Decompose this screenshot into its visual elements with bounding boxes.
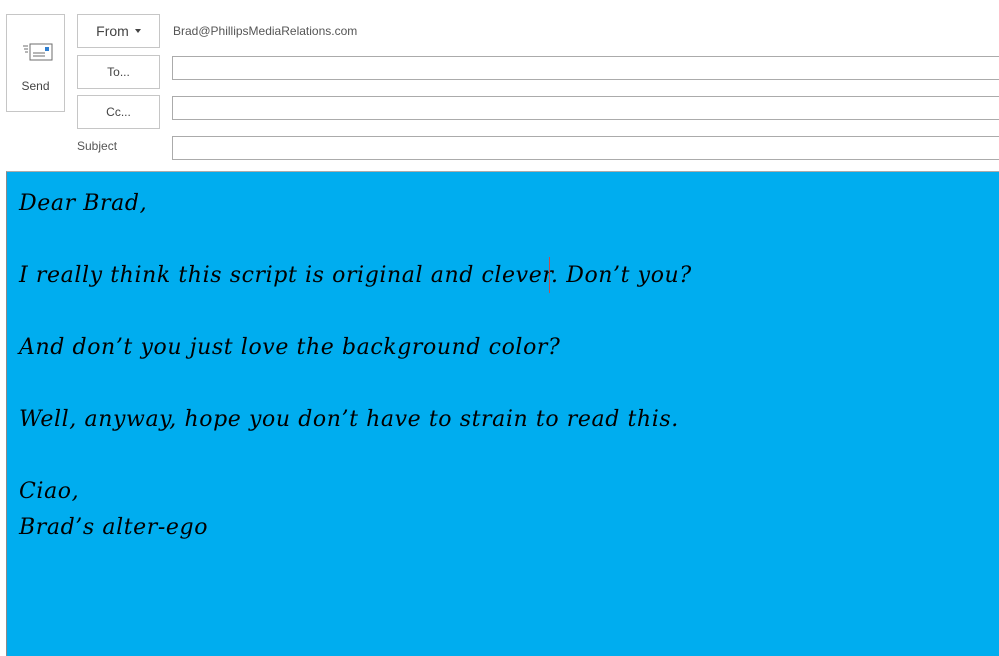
chevron-down-icon: [134, 29, 141, 33]
from-button[interactable]: From: [77, 14, 160, 48]
text-cursor: [549, 257, 550, 293]
from-label: From: [96, 23, 129, 39]
subject-field[interactable]: [172, 136, 999, 160]
to-button[interactable]: To...: [77, 55, 160, 89]
message-line-signature: Brad’s alter-ego: [19, 515, 209, 540]
send-button[interactable]: Send: [6, 14, 65, 112]
message-line-2: And don’t you just love the background c…: [19, 335, 561, 360]
message-line-1: I really think this script is original a…: [19, 263, 692, 288]
to-field[interactable]: [172, 56, 999, 80]
to-label: To...: [107, 65, 130, 79]
message-line-signoff: Ciao,: [19, 479, 80, 504]
cc-field[interactable]: [172, 96, 999, 120]
message-line-3: Well, anyway, hope you don’t have to str…: [19, 407, 679, 432]
from-address: Brad@PhillipsMediaRelations.com: [173, 24, 358, 38]
send-envelope-icon: [23, 43, 53, 61]
cc-label: Cc...: [106, 105, 131, 119]
subject-label: Subject: [77, 139, 118, 153]
message-body[interactable]: Dear Brad, I really think this script is…: [6, 171, 999, 656]
send-label: Send: [21, 79, 50, 93]
message-line-greeting: Dear Brad,: [19, 191, 148, 216]
cc-button[interactable]: Cc...: [77, 95, 160, 129]
